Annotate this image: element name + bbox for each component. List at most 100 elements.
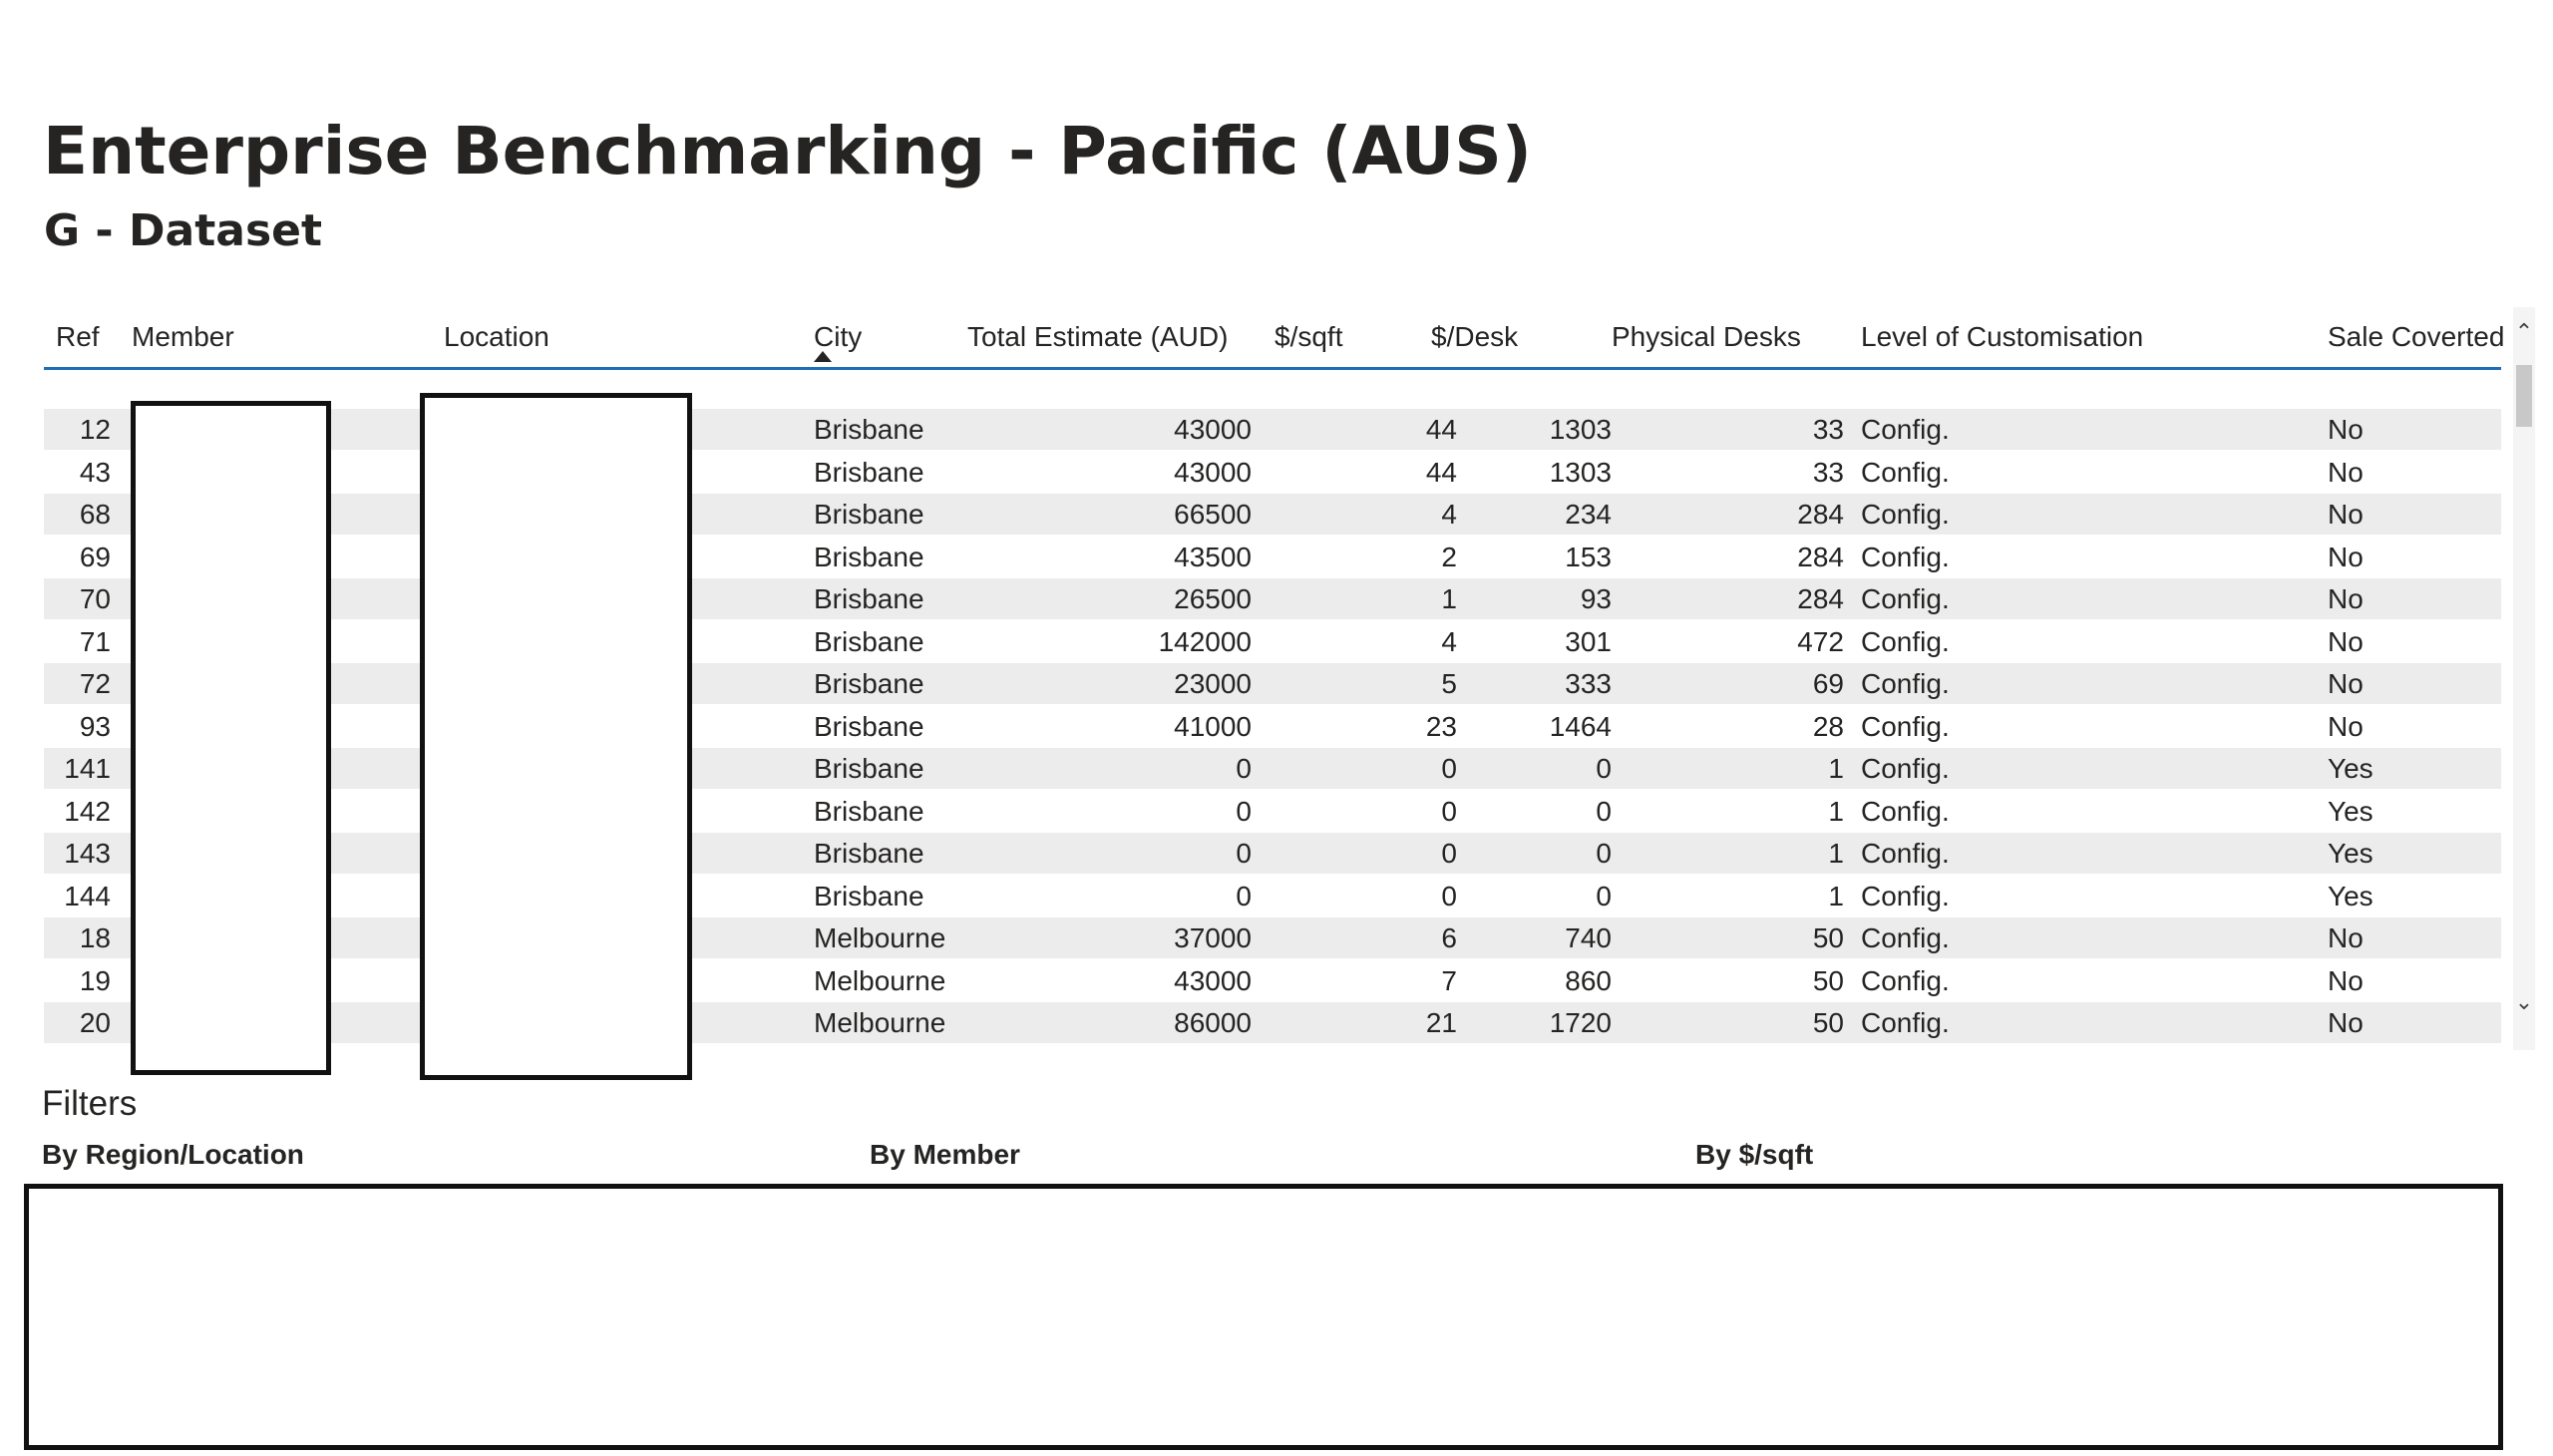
cell-customisation: Config. <box>1861 668 1950 699</box>
cell-sale-converted: No <box>2328 964 2364 996</box>
cell-ref: 19 <box>79 964 111 996</box>
table-row[interactable]: 18 Melbourne 37000 6 740 50 Config. No <box>44 917 2501 959</box>
table-row[interactable]: 12 Brisbane 43000 44 1303 33 Config. No <box>44 409 2501 451</box>
table-header: Ref Member Location City Total Estimate … <box>44 307 2504 370</box>
table-row[interactable]: 143 Brisbane 0 0 0 1 Config. Yes <box>44 833 2501 875</box>
dataset-table: Ref Member Location City Total Estimate … <box>44 307 2535 1080</box>
cell-per-desk: 860 <box>1565 964 1612 996</box>
table-row[interactable]: 93 Brisbane 41000 23 1464 28 Config. No <box>44 706 2501 748</box>
table-row[interactable]: 142 Brisbane 0 0 0 1 Config. Yes <box>44 791 2501 833</box>
cell-per-sqft: 4 <box>1441 499 1457 530</box>
cell-sale-converted: No <box>2328 583 2364 614</box>
cell-total-estimate: 0 <box>1236 753 1252 784</box>
filters-heading: Filters <box>42 1084 138 1123</box>
cell-ref: 69 <box>79 541 111 572</box>
cell-ref: 143 <box>64 838 111 869</box>
column-header-per-sqft[interactable]: $/sqft <box>1275 307 1342 367</box>
cell-sale-converted: No <box>2328 1007 2364 1038</box>
cell-per-desk: 153 <box>1565 541 1612 572</box>
column-header-total-estimate[interactable]: Total Estimate (AUD) <box>967 307 1228 367</box>
cell-customisation: Config. <box>1861 414 1950 445</box>
filter-label-region: By Region/Location <box>42 1139 304 1170</box>
cell-total-estimate: 0 <box>1236 838 1252 869</box>
cell-per-desk: 1464 <box>1549 710 1612 742</box>
table-row[interactable]: 70 Brisbane 26500 1 93 284 Config. No <box>44 578 2501 620</box>
cell-ref: 142 <box>64 795 111 827</box>
scrollbar-thumb[interactable] <box>2516 365 2532 427</box>
cell-physical-desks: 1 <box>1828 838 1844 869</box>
chevron-up-icon[interactable]: ⌃ <box>2513 321 2535 343</box>
cell-physical-desks: 1 <box>1828 795 1844 827</box>
cell-total-estimate: 37000 <box>1174 922 1252 953</box>
cell-city: Brisbane <box>814 625 924 657</box>
cell-per-desk: 1303 <box>1549 456 1612 488</box>
column-header-physical-desks[interactable]: Physical Desks <box>1612 307 1801 367</box>
cell-physical-desks: 284 <box>1797 583 1844 614</box>
cell-ref: 141 <box>64 753 111 784</box>
cell-ref: 12 <box>79 414 111 445</box>
cell-physical-desks: 284 <box>1797 499 1844 530</box>
cell-per-sqft: 5 <box>1441 668 1457 699</box>
vertical-scrollbar[interactable]: ⌃ ⌄ <box>2513 307 2535 1050</box>
cell-customisation: Config. <box>1861 583 1950 614</box>
cell-sale-converted: No <box>2328 499 2364 530</box>
cell-sale-converted: Yes <box>2328 753 2373 784</box>
cell-total-estimate: 43000 <box>1174 456 1252 488</box>
report-title: Enterprise Benchmarking - Pacific (AUS) <box>43 113 1532 189</box>
cell-ref: 93 <box>79 710 111 742</box>
table-row[interactable]: 20 Melbourne 86000 21 1720 50 Config. No <box>44 1002 2501 1044</box>
cell-per-sqft: 0 <box>1441 880 1457 911</box>
cell-per-desk: 740 <box>1565 922 1612 953</box>
cell-city: Melbourne <box>814 964 946 996</box>
cell-physical-desks: 50 <box>1812 964 1844 996</box>
cell-per-sqft: 4 <box>1441 625 1457 657</box>
member-redaction <box>131 401 331 1075</box>
column-header-sale-converted[interactable]: Sale Coverted <box>2328 307 2504 367</box>
cell-customisation: Config. <box>1861 1007 1950 1038</box>
cell-total-estimate: 0 <box>1236 880 1252 911</box>
cell-city: Brisbane <box>814 456 924 488</box>
table-row[interactable]: 72 Brisbane 23000 5 333 69 Config. No <box>44 663 2501 705</box>
cell-ref: 20 <box>79 1007 111 1038</box>
cell-city: Brisbane <box>814 753 924 784</box>
table-row[interactable]: 68 Brisbane 66500 4 234 284 Config. No <box>44 494 2501 536</box>
column-header-member[interactable]: Member <box>132 307 234 367</box>
cell-total-estimate: 66500 <box>1174 499 1252 530</box>
cell-physical-desks: 33 <box>1812 414 1844 445</box>
column-header-ref[interactable]: Ref <box>56 307 100 367</box>
cell-sale-converted: No <box>2328 922 2364 953</box>
cell-physical-desks: 28 <box>1812 710 1844 742</box>
column-header-location[interactable]: Location <box>444 307 549 367</box>
report-subtitle: G - Dataset <box>44 205 323 256</box>
cell-city: Brisbane <box>814 414 924 445</box>
table-row[interactable]: 69 Brisbane 43500 2 153 284 Config. No <box>44 537 2501 578</box>
cell-per-sqft: 1 <box>1441 583 1457 614</box>
cell-sale-converted: No <box>2328 668 2364 699</box>
cell-per-desk: 0 <box>1596 753 1612 784</box>
cell-per-desk: 0 <box>1596 838 1612 869</box>
cell-per-sqft: 44 <box>1425 414 1457 445</box>
cell-total-estimate: 41000 <box>1174 710 1252 742</box>
chevron-down-icon[interactable]: ⌄ <box>2513 991 2535 1013</box>
cell-physical-desks: 284 <box>1797 541 1844 572</box>
cell-per-sqft: 0 <box>1441 753 1457 784</box>
cell-sale-converted: No <box>2328 710 2364 742</box>
cell-per-desk: 93 <box>1580 583 1612 614</box>
cell-total-estimate: 142000 <box>1158 625 1252 657</box>
table-row[interactable]: 141 Brisbane 0 0 0 1 Config. Yes <box>44 748 2501 790</box>
cell-customisation: Config. <box>1861 710 1950 742</box>
cell-per-desk: 234 <box>1565 499 1612 530</box>
cell-physical-desks: 69 <box>1812 668 1844 699</box>
table-row[interactable]: 43 Brisbane 43000 44 1303 33 Config. No <box>44 452 2501 494</box>
cell-customisation: Config. <box>1861 456 1950 488</box>
column-header-per-desk[interactable]: $/Desk <box>1431 307 1518 367</box>
table-row[interactable]: 19 Melbourne 43000 7 860 50 Config. No <box>44 960 2501 1002</box>
cell-customisation: Config. <box>1861 541 1950 572</box>
filter-label-member: By Member <box>870 1139 1020 1170</box>
location-redaction <box>420 393 692 1080</box>
table-row[interactable]: 71 Brisbane 142000 4 301 472 Config. No <box>44 621 2501 663</box>
column-header-customisation[interactable]: Level of Customisation <box>1861 307 2143 367</box>
cell-per-sqft: 21 <box>1425 1007 1457 1038</box>
cell-per-desk: 333 <box>1565 668 1612 699</box>
table-row[interactable]: 144 Brisbane 0 0 0 1 Config. Yes <box>44 876 2501 917</box>
